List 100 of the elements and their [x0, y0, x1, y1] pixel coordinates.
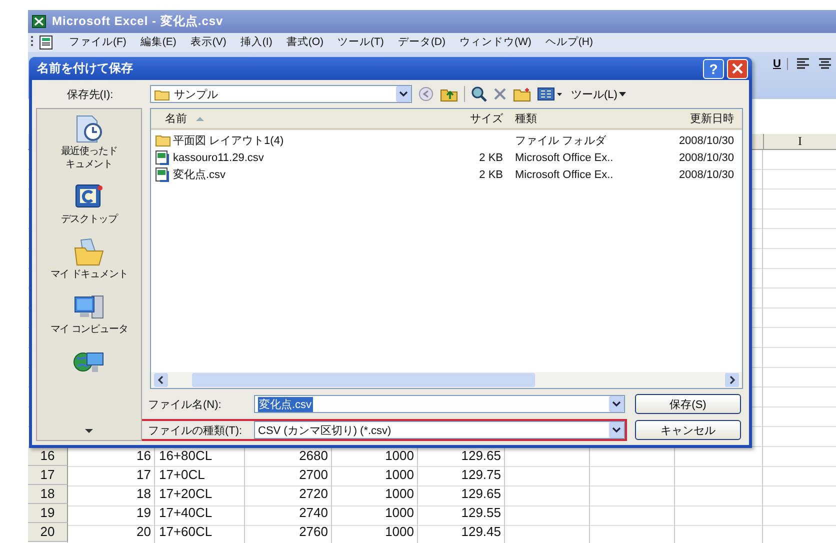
- file-date: 2008/10/30: [678, 134, 734, 146]
- save-in-dropdown[interactable]: サンプル: [150, 85, 412, 103]
- file-type: Microsoft Office Ex..: [515, 152, 614, 164]
- table-cell-text: 17: [136, 466, 152, 484]
- table-cell-text: 16+80CL: [158, 446, 214, 465]
- file-size: 2 KB: [479, 152, 503, 164]
- window-title: Microsoft Excel - 変化点.csv: [52, 12, 224, 30]
- menu-item[interactable]: ツール(T): [338, 35, 384, 50]
- back-icon[interactable]: [418, 86, 434, 102]
- place-item[interactable]: マイ コンピュータ: [49, 291, 129, 338]
- row-header[interactable]: 20: [28, 522, 68, 542]
- column-header[interactable]: 名前: [151, 111, 451, 126]
- table-cell-text: 17+20CL: [158, 484, 214, 503]
- help-button[interactable]: ?: [703, 58, 724, 78]
- place-item[interactable]: デスクトップ: [60, 181, 118, 228]
- menu-item[interactable]: 表示(V): [190, 35, 226, 50]
- table-cell-text: 2740: [298, 504, 329, 522]
- place-label: 最近使ったドキュメント: [60, 145, 118, 171]
- menu-item[interactable]: ウィンドウ(W): [460, 35, 532, 50]
- file-type-dropdown[interactable]: CSV (カンマ区切り) (*.csv): [254, 421, 625, 439]
- row-header[interactable]: 16: [28, 446, 68, 466]
- underline-button[interactable]: U: [771, 58, 788, 70]
- horizontal-scrollbar[interactable]: [151, 372, 742, 388]
- computer-icon: [72, 293, 105, 321]
- table-cell-text: 1000: [384, 522, 415, 541]
- dialog-title: 名前を付けて保存: [37, 60, 134, 77]
- table-cell-text: 129.65: [460, 484, 502, 503]
- file-type: ファイル フォルダ: [515, 135, 606, 147]
- align-left-icon[interactable]: [796, 58, 810, 70]
- place-label: マイ コンピュータ: [50, 323, 128, 336]
- file-type: Microsoft Office Ex..: [515, 168, 614, 180]
- folder-icon: [155, 134, 171, 147]
- save-button[interactable]: 保存(S): [635, 394, 741, 414]
- scroll-down-icon[interactable]: [84, 428, 94, 434]
- table-cell-text: 18: [136, 484, 152, 503]
- search-icon[interactable]: [471, 86, 487, 102]
- place-item[interactable]: マイ ドキュメント: [49, 236, 129, 283]
- table-cell-text: 129.45: [460, 522, 502, 541]
- close-button[interactable]: [727, 58, 748, 78]
- table-cell-text: 17+60CL: [158, 522, 214, 541]
- table-cell-text: 1000: [384, 466, 415, 484]
- menu-item[interactable]: 書式(O): [286, 35, 324, 50]
- menu-item[interactable]: 編集(E): [140, 35, 176, 50]
- table-cell-text: 16: [136, 446, 152, 465]
- file-date: 2008/10/30: [678, 152, 734, 164]
- menu-item[interactable]: 挿入(I): [240, 35, 272, 50]
- table-cell-text: 129.65: [460, 446, 502, 465]
- menu-item[interactable]: ヘルプ(H): [545, 35, 593, 50]
- menu-item[interactable]: データ(D): [398, 35, 446, 50]
- table-cell-text: 2680: [298, 446, 329, 465]
- tools-menu-button[interactable]: ツール(L): [569, 86, 620, 102]
- spreadsheet-file-icon: [155, 167, 171, 182]
- documents-folder-icon: [72, 238, 105, 266]
- table-cell-text: 17+40CL: [158, 504, 214, 522]
- file-name[interactable]: kassouro11.29.csv: [173, 152, 264, 164]
- file-date: 2008/10/30: [678, 168, 734, 180]
- table-cell-text: 2760: [298, 522, 329, 541]
- row-header[interactable]: 17: [28, 466, 68, 485]
- recent-documents-icon: [74, 115, 104, 143]
- document-icon[interactable]: [39, 34, 55, 50]
- cancel-button[interactable]: キャンセル: [635, 420, 741, 440]
- views-icon[interactable]: [537, 87, 563, 101]
- file-name-field[interactable]: 変化点.csv: [254, 395, 625, 413]
- place-item[interactable]: 最近使ったドキュメント: [57, 113, 121, 173]
- file-type-label: ファイルの種類(T):: [148, 424, 244, 438]
- table-cell-text: 129.55: [460, 504, 502, 522]
- column-header[interactable]: 種類: [503, 111, 655, 126]
- menu-item[interactable]: ファイル(F): [69, 35, 126, 50]
- table-cell-text: 2720: [298, 484, 329, 503]
- scroll-right-icon[interactable]: [725, 373, 739, 387]
- up-folder-icon[interactable]: [440, 86, 458, 102]
- spreadsheet-file-icon: [155, 150, 171, 165]
- table-cell-text: 1000: [384, 484, 415, 503]
- file-name-label: ファイル名(N):: [148, 398, 222, 412]
- row-header[interactable]: 18: [28, 484, 68, 504]
- table-cell-text: 1000: [384, 504, 415, 522]
- delete-icon[interactable]: [493, 87, 507, 101]
- caret-icon[interactable]: [619, 92, 626, 96]
- place-label: デスクトップ: [60, 213, 118, 226]
- scroll-left-icon[interactable]: [154, 373, 168, 387]
- new-folder-icon[interactable]: [513, 86, 531, 102]
- table-cell-text: 17+0CL: [158, 466, 206, 484]
- table-cell-text: 2700: [298, 466, 329, 484]
- sort-arrow-icon: [195, 116, 205, 122]
- column-header[interactable]: サイズ: [451, 111, 503, 126]
- place-label: マイ ドキュメント: [50, 268, 128, 281]
- align-center-icon[interactable]: [818, 58, 832, 70]
- file-name[interactable]: 変化点.csv: [173, 167, 226, 182]
- column-header[interactable]: I: [763, 134, 836, 149]
- file-size: 2 KB: [479, 168, 503, 180]
- row-header[interactable]: 19: [28, 504, 68, 523]
- table-cell-text: 20: [136, 522, 152, 541]
- save-in-label: 保存先(I):: [66, 88, 114, 102]
- table-cell-text: 19: [136, 504, 152, 522]
- table-cell-text: 1000: [384, 446, 415, 465]
- spreadsheet-icon: [32, 14, 46, 28]
- folder-icon: [154, 88, 170, 100]
- close-icon: [732, 63, 743, 74]
- file-name[interactable]: 平面図 レイアウト1(4): [173, 133, 284, 148]
- column-header[interactable]: 更新日時: [655, 111, 742, 126]
